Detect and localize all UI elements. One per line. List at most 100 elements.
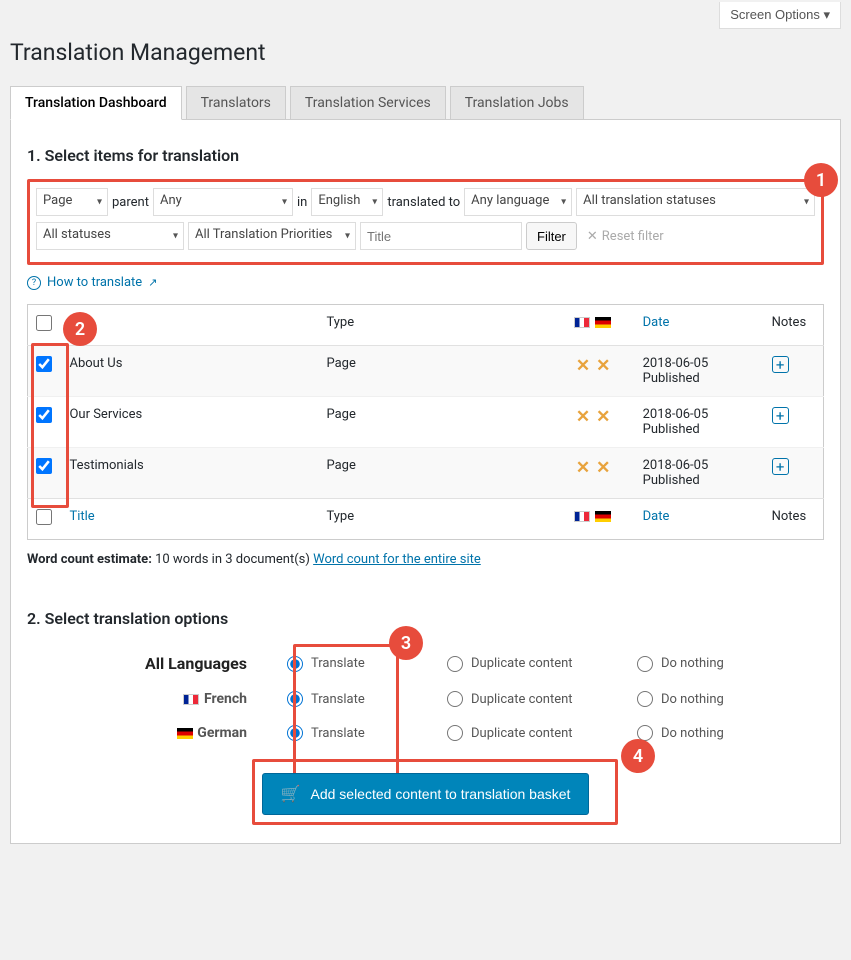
page-title: Translation Management [0,29,851,86]
panel: 1. Select items for translation Page par… [10,120,841,844]
radio-de-translate[interactable] [287,725,303,741]
all-duplicate[interactable]: Duplicate content [447,656,637,672]
radio-de-duplicate[interactable] [447,725,463,741]
row-type: Page [318,448,564,499]
wordcount-label: Word count estimate: [27,552,152,567]
status-x-icon: ✕ [596,356,610,376]
col-type: Type [318,305,564,346]
status-x-icon: ✕ [576,356,590,376]
filter-parent[interactable]: Any [153,188,293,216]
row-checkbox[interactable] [36,407,52,423]
screen-options-toggle[interactable]: Screen Options ▾ [719,2,841,29]
filter-button[interactable]: Filter [526,222,577,250]
screen-options-bar: Screen Options ▾ [0,0,851,29]
note-icon[interactable]: + [772,356,789,373]
row-status-flags: ✕✕ [565,397,635,448]
row-status-flags: ✕✕ [565,448,635,499]
wordcount-link[interactable]: Word count for the entire site [313,552,481,567]
primary-button-wrap: 🛒 Add selected content to translation ba… [27,761,824,827]
filter-title[interactable] [360,222,522,250]
close-icon: ✕ [587,229,598,244]
filter-target[interactable]: Any language [464,188,572,216]
french-translate[interactable]: Translate [287,691,447,707]
radio-all-duplicate[interactable] [447,656,463,672]
status-x-icon: ✕ [596,407,610,427]
german-label: German [27,725,287,741]
radio-fr-nothing[interactable] [637,691,653,707]
section2-title: 2. Select translation options [27,609,824,628]
all-translate[interactable]: Translate [287,656,447,672]
row-title: About Us [61,346,318,397]
col-flags [565,305,635,346]
filter-type[interactable]: Page [36,188,108,216]
col-notes: Notes [764,305,824,346]
reset-filter-label: Reset filter [602,229,664,244]
table-row: Testimonials Page ✕✕ 2018-06-05Published… [28,448,824,499]
external-link-icon: ↗ [148,276,157,289]
row-date: 2018-06-05Published [635,397,764,448]
note-icon[interactable]: + [772,407,789,424]
table-row: About Us Page ✕✕ 2018-06-05Published + [28,346,824,397]
filter-priority[interactable]: All Translation Priorities [188,222,356,250]
reset-filter[interactable]: ✕ Reset filter [581,229,664,244]
filter-highlight: Page parent Any in English translated to… [27,179,824,265]
german-flag-icon [177,728,193,739]
badge-2: 2 [63,312,97,346]
status-x-icon: ✕ [576,458,590,478]
badge-1: 1 [804,163,838,197]
tabs: Translation Dashboard Translators Transl… [10,86,841,120]
tab-services[interactable]: Translation Services [290,86,446,120]
german-duplicate[interactable]: Duplicate content [447,725,637,741]
all-languages-label: All Languages [27,654,287,673]
col-date-footer[interactable]: Date [643,509,670,524]
row-date: 2018-06-05Published [635,346,764,397]
french-flag-icon [574,317,590,328]
tab-jobs[interactable]: Translation Jobs [450,86,584,120]
tab-translators[interactable]: Translators [186,86,286,120]
select-all-top[interactable] [36,315,52,331]
add-to-basket-button[interactable]: 🛒 Add selected content to translation ba… [262,773,590,815]
filter-status[interactable]: All statuses [36,222,184,250]
options-grid: All Languages Translate Duplicate conten… [27,642,824,761]
german-flag-icon [595,511,611,522]
items-table: Title Type Date Notes About Us [27,304,824,540]
filter-translation-status[interactable]: All translation statuses [576,188,815,216]
how-to-translate-link[interactable]: ? How to translate ↗ [27,275,157,290]
section1-title: 1. Select items for translation [27,146,824,165]
radio-all-nothing[interactable] [637,656,653,672]
french-flag-icon [183,694,199,705]
select-all-bottom[interactable] [36,509,52,525]
radio-fr-duplicate[interactable] [447,691,463,707]
col-flags-footer [565,499,635,540]
status-x-icon: ✕ [576,407,590,427]
col-date[interactable]: Date [643,315,670,330]
french-duplicate[interactable]: Duplicate content [447,691,637,707]
label-parent: parent [112,195,149,210]
help-icon: ? [27,276,41,290]
all-nothing[interactable]: Do nothing [637,656,787,672]
table-footer: Title Type Date Notes [28,499,824,540]
col-title-footer[interactable]: Title [69,509,94,524]
row-checkbox[interactable] [36,458,52,474]
german-flag-icon [595,317,611,328]
how-to-label: How to translate [47,275,142,290]
radio-fr-translate[interactable] [287,691,303,707]
filter-language[interactable]: English [311,188,383,216]
german-translate[interactable]: Translate [287,725,447,741]
row-type: Page [318,397,564,448]
french-label: French [27,691,287,707]
screen-options-arrow: ▾ [823,7,830,22]
radio-all-translate[interactable] [287,656,303,672]
note-icon[interactable]: + [772,458,789,475]
german-nothing[interactable]: Do nothing [637,725,787,741]
main-wrap: Translation Dashboard Translators Transl… [0,86,851,859]
status-x-icon: ✕ [596,458,610,478]
badge-4: 4 [621,739,655,773]
add-to-basket-label: Add selected content to translation bask… [310,786,570,802]
french-nothing[interactable]: Do nothing [637,691,787,707]
row-checkbox[interactable] [36,356,52,372]
tab-dashboard[interactable]: Translation Dashboard [10,86,182,120]
row-title: Our Services [61,397,318,448]
col-type-footer: Type [318,499,564,540]
screen-options-label: Screen Options [730,7,820,22]
